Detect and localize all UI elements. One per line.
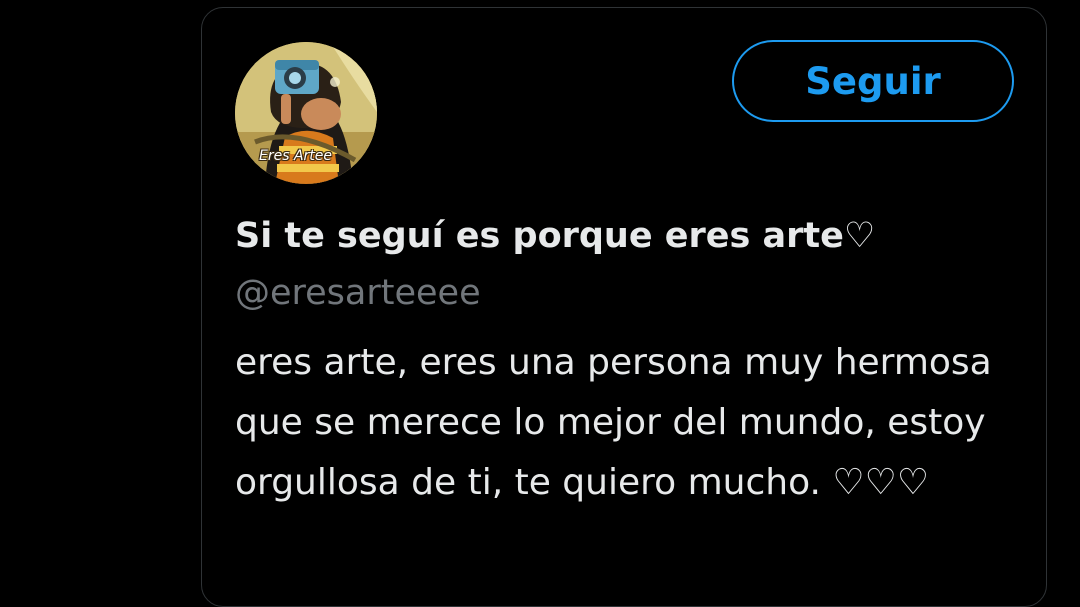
profile-bio: eres arte, eres una persona muy hermosa … <box>235 342 992 503</box>
avatar[interactable]: Eres Artee <box>235 42 377 184</box>
follow-button[interactable]: Seguir <box>732 40 1014 122</box>
user-handle[interactable]: @eresarteeee <box>235 273 481 313</box>
profile-card: Eres Artee Seguir Si te seguí es porque … <box>201 7 1047 607</box>
display-name: Si te seguí es porque eres arte♡ <box>235 216 876 256</box>
avatar-caption: Eres Artee <box>259 148 333 164</box>
